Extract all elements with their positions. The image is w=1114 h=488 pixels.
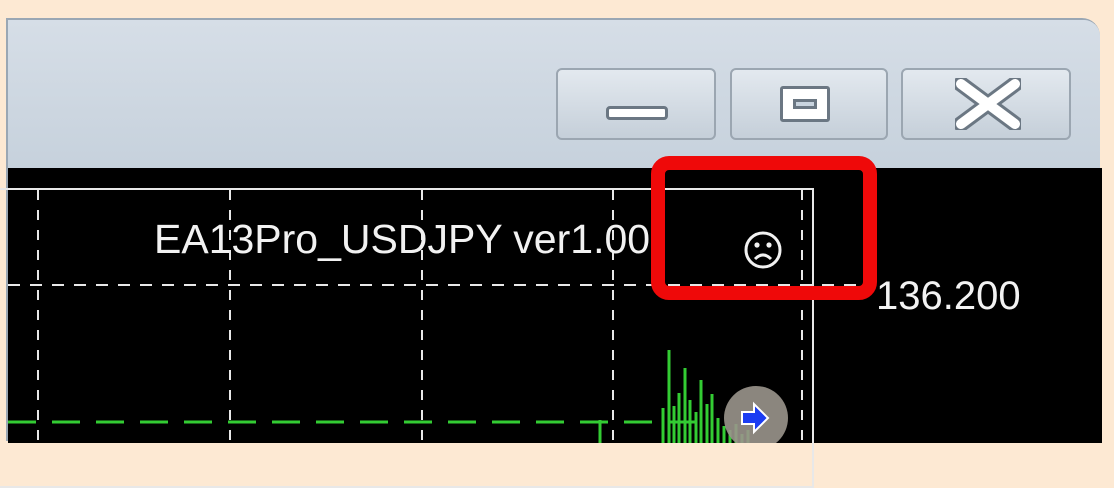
chart-title: EA13Pro_USDJPY ver1.00 <box>154 216 651 262</box>
minimize-button[interactable] <box>556 68 716 140</box>
minimize-icon <box>606 106 668 120</box>
price-bars <box>598 350 750 443</box>
maximize-button[interactable] <box>730 68 888 140</box>
maximize-icon <box>780 86 830 122</box>
price-axis-label: 136.200 <box>876 274 1021 318</box>
terminal-window: EA13Pro_USDJPY ver1.00 136.200 <box>0 18 1102 488</box>
window-titlebar <box>8 20 1100 170</box>
close-button[interactable] <box>901 68 1071 140</box>
highlight-annotation-box <box>651 156 877 300</box>
trade-marker[interactable] <box>724 386 788 443</box>
chart-area[interactable]: EA13Pro_USDJPY ver1.00 136.200 <box>0 168 1102 488</box>
close-icon <box>955 78 1021 130</box>
